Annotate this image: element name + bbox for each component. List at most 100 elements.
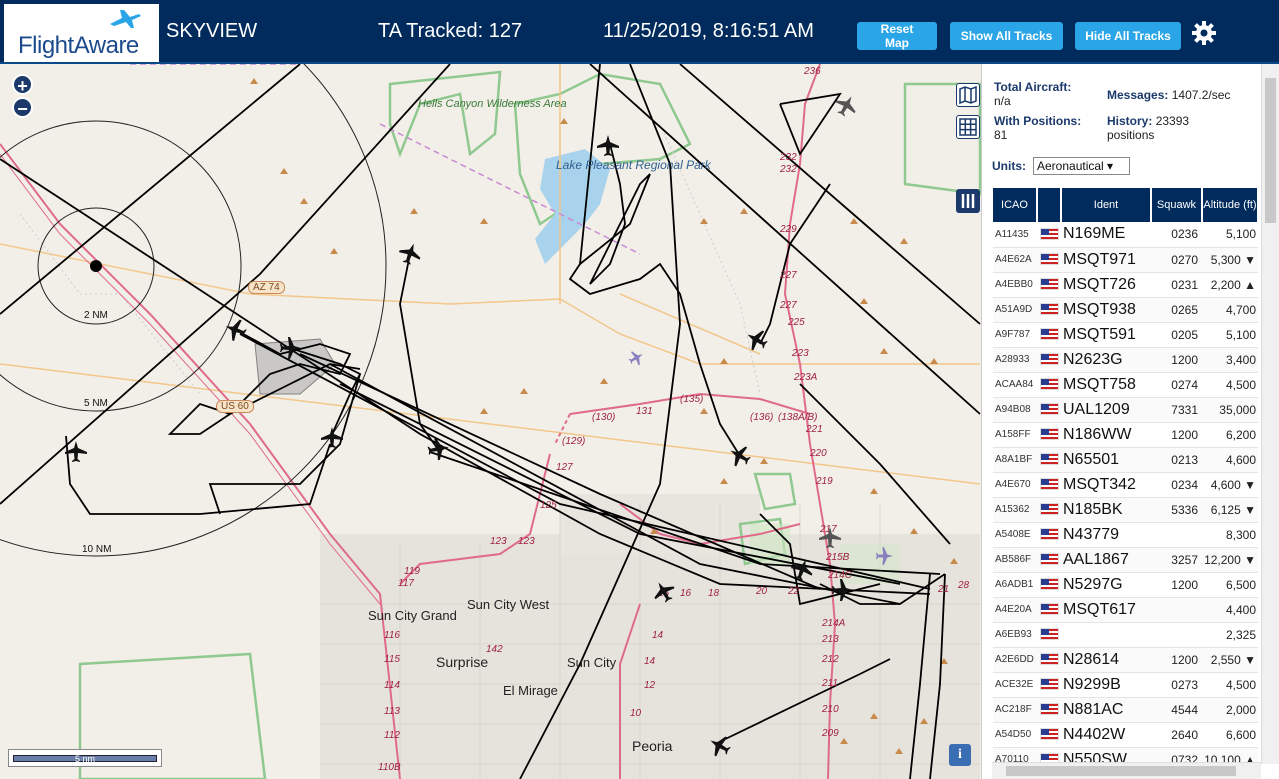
aircraft-icon[interactable] (280, 337, 301, 359)
top-header: FlightAware SKYVIEW TA Tracked: 127 11/2… (0, 0, 1279, 64)
table-row[interactable]: A15362 N185BK 5336 6,125 ▼ (993, 497, 1258, 523)
altitude-cell: 4,500 (1202, 672, 1258, 698)
altitude-cell: 6,125 ▼ (1202, 497, 1258, 523)
squawk-cell (1151, 522, 1202, 548)
altitude-cell: 12,200 ▼ (1202, 547, 1258, 573)
altitude-cell: 5,100 (1202, 322, 1258, 348)
hide-all-tracks-button[interactable]: Hide All Tracks (1075, 22, 1181, 50)
aircraft-icon[interactable] (741, 324, 772, 355)
table-row[interactable]: A54D50 N4402W 2640 6,600 (993, 722, 1258, 748)
history-unit: positions (1107, 128, 1155, 142)
aircraft-icon[interactable] (426, 436, 451, 462)
table-row[interactable]: A4E670 MSQT342 0234 4,600 ▼ (993, 472, 1258, 498)
messages-label: Messages: (1107, 88, 1169, 102)
with-positions-value: 81 (994, 128, 1008, 142)
show-all-tracks-button[interactable]: Show All Tracks (950, 22, 1063, 50)
col-icao[interactable]: ICAO (993, 188, 1038, 222)
map-view[interactable]: Hells Canyon Wilderness Area Lake Pleasa… (0, 64, 981, 779)
ident-cell: AAL1867 (1061, 547, 1151, 573)
altitude-cell: 4,600 (1202, 447, 1258, 473)
aircraft-icon[interactable] (65, 441, 87, 462)
table-row[interactable]: A4E20A MSQT617 4,400 (993, 597, 1258, 623)
ident-cell: MSQT342 (1061, 472, 1151, 498)
aircraft-icon[interactable] (832, 579, 853, 601)
zoom-out-button[interactable]: − (12, 97, 33, 119)
aircraft-panel: Total Aircraft: n/a Messages: 1407.2/sec… (981, 64, 1279, 779)
us-flag-icon (1039, 428, 1059, 441)
grid-toggle-icon[interactable] (956, 115, 980, 139)
icao-cell: A4EBB0 (993, 272, 1037, 298)
reset-map-button[interactable]: Reset Map (857, 22, 937, 50)
table-row[interactable]: A94B08 UAL1209 7331 35,000 (993, 397, 1258, 423)
col-ident[interactable]: Ident (1061, 188, 1152, 222)
us-flag-icon (1039, 453, 1059, 466)
table-row[interactable]: A8A1BF N65501 0213 4,600 (993, 447, 1258, 473)
squawk-cell: 0270 (1151, 247, 1202, 273)
col-squawk[interactable]: Squawk (1151, 188, 1203, 222)
aircraft-icon[interactable] (597, 135, 619, 156)
aircraft-icon[interactable] (396, 239, 425, 268)
horizontal-scrollbar[interactable] (992, 762, 1261, 779)
table-row[interactable]: A4EBB0 MSQT726 0231 2,200 ▲ (993, 272, 1258, 298)
squawk-cell: 0265 (1151, 297, 1202, 323)
aircraft-icon[interactable] (819, 527, 841, 548)
zoom-in-button[interactable]: + (12, 74, 33, 96)
aircraft-icon[interactable] (648, 576, 679, 607)
total-aircraft-label: Total Aircraft: (994, 80, 1072, 94)
table-row[interactable]: AC218F N881AC 4544 2,000 (993, 697, 1258, 723)
icao-cell: A5408E (993, 522, 1037, 548)
aircraft-icon[interactable] (221, 315, 250, 344)
table-row[interactable]: A158FF N186WW 1200 6,200 (993, 422, 1258, 448)
table-row[interactable]: A5408E N43779 8,300 (993, 522, 1258, 548)
table-row[interactable]: A51A9D MSQT938 0265 4,700 (993, 297, 1258, 323)
aircraft-icon[interactable] (876, 547, 893, 565)
tracked-count: TA Tracked: 127 (378, 20, 523, 42)
columns-toggle-icon[interactable] (956, 189, 980, 213)
gear-icon[interactable] (1191, 20, 1217, 46)
icao-cell: A2E6DD (993, 647, 1037, 673)
squawk-cell: 4544 (1151, 697, 1202, 723)
units-select[interactable]: Aeronautical ▾ (1033, 157, 1130, 175)
ident-cell: N43779 (1061, 522, 1151, 548)
squawk-cell: 5336 (1151, 497, 1202, 523)
aircraft-icon[interactable] (321, 427, 343, 448)
icao-cell: AB586F (993, 547, 1037, 573)
vertical-scrollbar[interactable] (1261, 64, 1279, 764)
aircraft-icon[interactable] (626, 347, 647, 369)
aircraft-icon[interactable] (704, 730, 735, 761)
table-row[interactable]: A11435 N169ME 0236 5,100 (993, 222, 1258, 248)
table-row[interactable]: A9F787 MSQT591 0205 5,100 (993, 322, 1258, 348)
table-row[interactable]: A4E62A MSQT971 0270 5,300 ▼ (993, 247, 1258, 273)
us-flag-icon (1039, 253, 1059, 266)
table-row[interactable]: ACE32E N9299B 0273 4,500 (993, 672, 1258, 698)
ident-cell: MSQT971 (1061, 247, 1151, 273)
aircraft-icon[interactable] (724, 440, 755, 471)
col-altitude[interactable]: Altitude (ft) (1202, 188, 1259, 222)
col-flag[interactable] (1037, 188, 1062, 222)
flag-cell (1037, 547, 1061, 573)
squawk-cell (1151, 622, 1202, 648)
table-row[interactable]: AB586F AAL1867 3257 12,200 ▼ (993, 547, 1258, 573)
squawk-cell: 0205 (1151, 322, 1202, 348)
info-button[interactable]: i (949, 744, 971, 766)
flag-cell (1037, 497, 1061, 523)
ident-cell: N65501 (1061, 447, 1151, 473)
flag-cell (1037, 372, 1061, 398)
ident-cell: MSQT591 (1061, 322, 1151, 348)
us-flag-icon (1039, 728, 1059, 741)
table-row[interactable]: A28933 N2623G 1200 3,400 (993, 347, 1258, 373)
table-row[interactable]: A2E6DD N28614 1200 2,550 ▼ (993, 647, 1258, 673)
aircraft-icon[interactable] (788, 555, 817, 584)
table-row[interactable]: ACAA84 MSQT758 0274 4,500 (993, 372, 1258, 398)
flag-cell (1037, 322, 1061, 348)
table-row[interactable]: A6EB93 2,325 (993, 622, 1258, 648)
history-value: 23393 (1155, 114, 1190, 128)
skyview-app: FlightAware SKYVIEW TA Tracked: 127 11/2… (0, 0, 1279, 779)
flightaware-logo[interactable]: FlightAware (4, 4, 159, 62)
altitude-cell: 2,325 (1202, 622, 1258, 648)
aircraft-icon[interactable] (831, 90, 862, 121)
map-layers-icon[interactable] (956, 83, 980, 107)
icao-cell: A94B08 (993, 397, 1037, 423)
table-row[interactable]: A6ADB1 N5297G 1200 6,500 (993, 572, 1258, 598)
altitude-cell: 6,200 (1202, 422, 1258, 448)
